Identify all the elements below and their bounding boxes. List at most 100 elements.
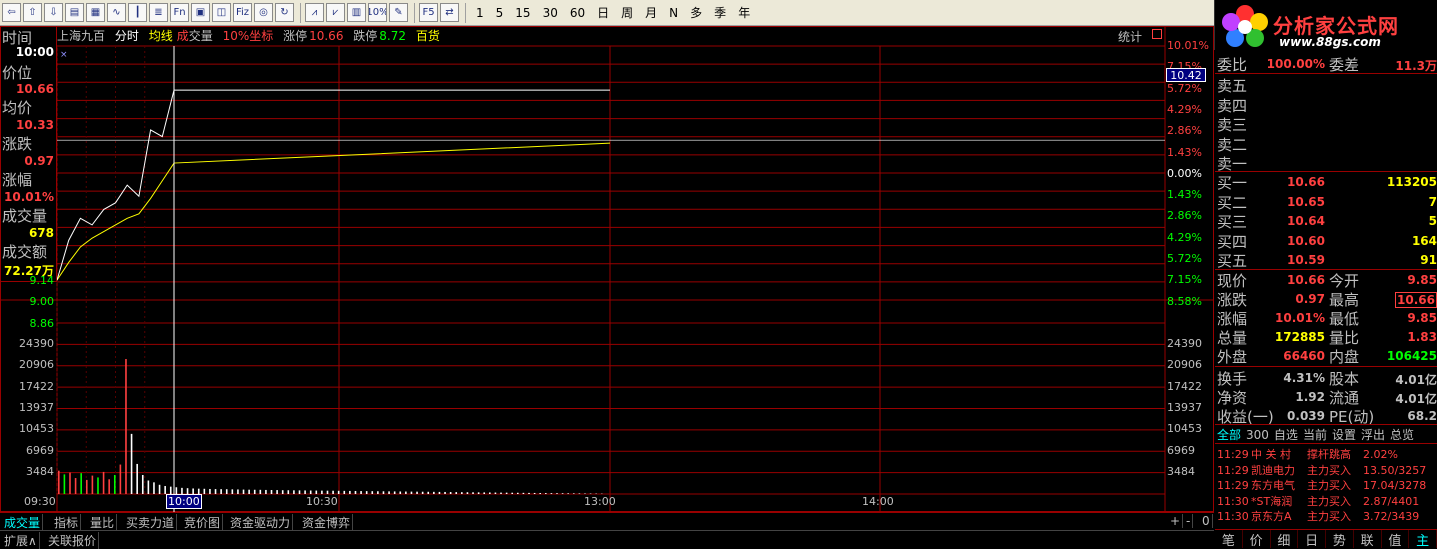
quote-value-2: 4.01亿: [1395, 390, 1437, 407]
volume-tick: 6969: [0, 444, 54, 457]
sell-level: 卖一: [1217, 153, 1437, 172]
buy-level-price: 10.60: [1287, 234, 1325, 248]
news-tab-4[interactable]: 设置: [1332, 428, 1356, 442]
quote-label: 涨幅: [1217, 308, 1247, 329]
news-stock: *ST海润: [1251, 493, 1307, 509]
news-value: 2.87/4401: [1363, 495, 1419, 508]
bottom-bar: 扩展∧ 关联报价: [0, 530, 1214, 548]
volume-bar: [148, 481, 150, 494]
news-tab-3[interactable]: 当前: [1303, 428, 1327, 442]
news-tabs: 全部 300 自选当前设置浮出总览: [1217, 426, 1419, 443]
time-tick: 14:00: [862, 495, 894, 508]
volume-bar: [366, 491, 368, 494]
quote-panel-tab-1[interactable]: 价: [1243, 530, 1271, 548]
price-pct-tick: 10.01%: [1167, 39, 1213, 52]
close-panel-icon[interactable]: [1152, 29, 1162, 39]
volume-tick: 13937: [0, 401, 54, 414]
news-item[interactable]: 11:29东方电气主力买入17.04/3278: [1217, 477, 1426, 493]
zoom-ctrl-0[interactable]: +: [1168, 514, 1183, 528]
indicator-tab-5[interactable]: 资金驱动力: [228, 514, 293, 531]
price-pct-tick: 2.86%: [1167, 124, 1213, 137]
avg-line-label[interactable]: 均线: [149, 29, 173, 43]
news-action: 主力买入: [1307, 508, 1363, 524]
volume-bar: [427, 492, 429, 494]
news-item[interactable]: 11:30*ST海润主力买入2.87/4401: [1217, 493, 1419, 509]
news-tab-5[interactable]: 浮出: [1361, 428, 1385, 442]
indicator-tab-6[interactable]: 资金博弈: [300, 514, 353, 531]
buy-level-price: 10.64: [1287, 214, 1325, 228]
news-stock: 京东方A: [1251, 508, 1307, 524]
zoom-ctrl-1[interactable]: -: [1184, 514, 1193, 528]
quote-panel-tab-0[interactable]: 笔: [1215, 530, 1243, 548]
news-tab-2[interactable]: 自选: [1274, 428, 1298, 442]
quote-panel-tab-4[interactable]: 势: [1326, 530, 1354, 548]
index-label: 百货: [416, 29, 440, 43]
volume-bar: [220, 489, 222, 494]
volume-bar: [444, 492, 446, 494]
volume-tick-right: 3484: [1167, 465, 1213, 478]
indicator-tab-3[interactable]: 买卖力道: [124, 514, 177, 531]
weibi-label: 委比: [1217, 54, 1247, 75]
price-tick: 8.86: [0, 317, 54, 330]
volume-tick: 24390: [0, 337, 54, 350]
zoom-ctrl-2[interactable]: 0: [1200, 514, 1213, 528]
volume-bar: [399, 491, 401, 494]
volume-bar: [170, 487, 172, 494]
quote-panel-tab-5[interactable]: 联: [1354, 530, 1382, 548]
volume-tick-right: 6969: [1167, 444, 1213, 457]
volume-bar: [265, 490, 267, 494]
buy-level[interactable]: 买一10.66113205: [1217, 172, 1437, 191]
quote-label-2: 流通: [1329, 387, 1359, 408]
coord-mode-label[interactable]: 10%坐标: [223, 29, 274, 43]
indicator-tab-1[interactable]: 指标: [52, 514, 81, 531]
buy-level[interactable]: 买四10.60164: [1217, 231, 1437, 250]
quote-label: 外盘: [1217, 346, 1247, 367]
quote-panel-tab-2[interactable]: 细: [1271, 530, 1299, 548]
price-pct-tick: 4.29%: [1167, 103, 1213, 116]
volume-bar: [310, 491, 312, 494]
news-value: 3.72/3439: [1363, 510, 1419, 523]
news-action: 主力买入: [1307, 477, 1363, 493]
quote-value-2: 10.66: [1395, 292, 1437, 308]
volume-tick-right: 17422: [1167, 380, 1213, 393]
news-item[interactable]: 11:30京东方A主力买入3.72/3439: [1217, 508, 1419, 524]
volume-label-a[interactable]: 成: [177, 29, 189, 43]
news-tab-1[interactable]: 300: [1246, 428, 1269, 442]
volume-bar: [579, 493, 581, 494]
time-value: 10:00: [16, 45, 54, 59]
buy-level[interactable]: 买五10.5991: [1217, 250, 1437, 269]
intraday-chart[interactable]: ×: [0, 0, 1214, 512]
buy-level-label: 买四: [1217, 231, 1247, 252]
buy-level-label: 买五: [1217, 250, 1247, 271]
volume-bar: [64, 474, 66, 494]
volume-bar: [511, 493, 513, 494]
quote-row: 总量172885量比1.83: [1217, 327, 1437, 346]
expand-button[interactable]: 扩展∧: [2, 532, 40, 549]
news-tab-6[interactable]: 总览: [1390, 428, 1414, 442]
quote-value: 172885: [1275, 330, 1325, 344]
quote-panel-tab-6[interactable]: 值: [1382, 530, 1410, 548]
buy-level[interactable]: 买三10.645: [1217, 211, 1437, 230]
volume-bar: [136, 464, 138, 494]
volume-bar: [489, 492, 491, 494]
news-item[interactable]: 11:29中 关 村撑杆跳高2.02%: [1217, 446, 1398, 462]
buy-level-volume: 7: [1429, 195, 1437, 209]
avg-price-label: 均价: [2, 97, 32, 118]
volume-bar: [388, 491, 390, 494]
news-tab-0[interactable]: 全部: [1217, 428, 1241, 442]
buy-level[interactable]: 买二10.657: [1217, 192, 1437, 211]
volume-label-b[interactable]: 交量: [189, 29, 213, 43]
indicator-tab-4[interactable]: 竞价图: [182, 514, 223, 531]
quote-row: 外盘66460内盘106425: [1217, 346, 1437, 365]
quote-panel-tab-3[interactable]: 日: [1298, 530, 1326, 548]
volume-bar: [260, 490, 262, 494]
news-item[interactable]: 11:29凯迪电力主力买入13.50/3257: [1217, 462, 1426, 478]
related-quotes-button[interactable]: 关联报价: [46, 532, 99, 549]
stock-name: 上海九百: [57, 29, 105, 43]
stats-button[interactable]: 统计: [1118, 28, 1142, 45]
quote-panel-tab-7[interactable]: 主: [1409, 530, 1437, 548]
indicator-tab-0[interactable]: 成交量: [2, 514, 43, 531]
price-pct-tick: 0.00%: [1167, 167, 1213, 180]
indicator-tab-2[interactable]: 量比: [88, 514, 117, 531]
mode-label[interactable]: 分时: [115, 29, 139, 43]
